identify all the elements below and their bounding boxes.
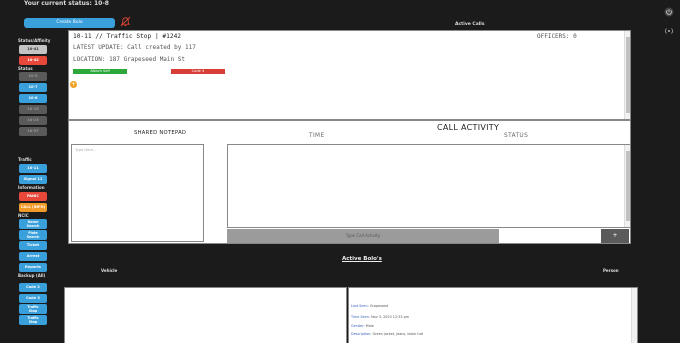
gender-label: Gender: xyxy=(351,324,365,328)
bolo-description: Description: Green jacket, jeans, black … xyxy=(351,332,423,336)
last-seen-value: Grapeseed xyxy=(369,304,389,308)
backup-traffic-stop-button[interactable]: Traffic Stop xyxy=(19,304,47,314)
shared-notepad-textarea[interactable]: Type Here... xyxy=(71,144,204,242)
backup-code-2-button[interactable]: Code 2 xyxy=(19,283,47,292)
bell-slash-icon[interactable] xyxy=(120,16,131,27)
status-10-6-button[interactable]: 10-6 xyxy=(19,94,47,103)
active-calls-title: Active Calls xyxy=(455,22,485,27)
status-10-41-button[interactable]: 10-41 xyxy=(19,45,47,54)
active-calls-scrollbar[interactable] xyxy=(624,31,630,119)
status-10-15-button[interactable]: 10-15 xyxy=(19,105,47,114)
officer-count: OFFICERS: 0 xyxy=(537,33,577,40)
shared-notepad-title: SHARED NOTEPAD xyxy=(134,130,187,136)
name-search-line2: Search xyxy=(26,224,40,228)
backup-code-3-button[interactable]: Code 3 xyxy=(19,294,47,303)
bolo-gender: Gender: Male xyxy=(351,324,374,328)
reports-button[interactable]: Reports xyxy=(19,263,47,272)
create-bolo-button[interactable]: Create Bolo xyxy=(24,18,115,28)
traffic-stop-2-line2: Stop xyxy=(28,320,38,324)
time-seen-value: Nov 3, 2023 12:33 pm xyxy=(371,315,410,319)
scrollbar-thumb[interactable] xyxy=(626,37,630,113)
gender-value: Male xyxy=(365,324,374,328)
current-status: Your current status: 10-8 xyxy=(24,0,109,7)
status-10-23-button[interactable]: 10-23 xyxy=(19,116,47,125)
call-activity-input[interactable]: Type Call Activity xyxy=(227,229,499,243)
traffic-10-11-button[interactable]: 10-11 xyxy=(19,164,47,173)
add-activity-button[interactable]: + xyxy=(601,229,629,243)
arrest-button[interactable]: Arrest xyxy=(19,252,47,261)
vehicle-bolo-list xyxy=(64,287,347,343)
status-10-42-button[interactable]: 10-42 xyxy=(19,56,47,65)
status-10-7-button[interactable]: 10-7 xyxy=(19,83,47,92)
power-icon[interactable] xyxy=(664,7,674,17)
call-header: 10-11 // Traffic Stop | #1242 xyxy=(73,33,182,40)
top-right-icons xyxy=(664,2,676,40)
status-column-header: STATUS xyxy=(504,133,529,139)
active-calls-panel: 10-11 // Traffic Stop | #1242 OFFICERS: … xyxy=(68,30,631,120)
person-column-header: Person xyxy=(603,268,619,273)
broadcast-icon[interactable] xyxy=(664,26,674,36)
time-column-header: TIME xyxy=(309,133,325,139)
person-bolo-list: Last Seen: Grapeseed Time Seen: Nov 3, 2… xyxy=(348,287,638,343)
backup-traffic-stop-2-button[interactable]: Traffic Stop xyxy=(19,315,47,325)
plus-circle-icon[interactable]: + xyxy=(70,81,77,88)
status-10-97-button[interactable]: 10-97 xyxy=(19,127,47,136)
activity-scrollbar[interactable] xyxy=(624,145,630,227)
traffic-signal-11-button[interactable]: Signal 11 xyxy=(19,175,47,184)
bolo-time-seen: Time Seen: Nov 3, 2023 12:33 pm xyxy=(351,315,409,319)
information-label: Information xyxy=(18,185,45,190)
last-seen-label: Last Seen: xyxy=(351,304,369,308)
traffic-label: Traffic xyxy=(18,157,32,162)
bolo-last-seen: Last Seen: Grapeseed xyxy=(351,304,388,308)
call-activity-log xyxy=(227,144,631,228)
notepad-activity-panel: SHARED NOTEPAD Type Here... CALL ACTIVIT… xyxy=(68,120,631,244)
notepad-placeholder: Type Here... xyxy=(75,148,97,152)
traffic-stop-line2: Stop xyxy=(28,309,38,313)
activity-scrollbar-thumb[interactable] xyxy=(626,151,630,221)
plate-search-button[interactable]: Plate Search xyxy=(19,230,47,240)
status-affinity-label: Status/Affinity xyxy=(18,38,51,43)
description-label: Description: xyxy=(351,332,372,336)
plate-search-line2: Search xyxy=(26,235,40,239)
status-10-5-button[interactable]: 10-5 xyxy=(19,72,47,81)
latest-update: LATEST UPDATE: Call created by 117 xyxy=(73,44,196,51)
status-label: Status xyxy=(18,66,33,71)
ncic-label: NCIC xyxy=(18,213,29,218)
description-value: Green jacket, jeans, black hat xyxy=(372,332,423,336)
active-bolos-title: Active Bolo's xyxy=(342,256,382,262)
time-seen-label: Time Seen: xyxy=(351,315,370,319)
backup-label: Backup (All) xyxy=(18,273,46,278)
name-search-button[interactable]: Name Search xyxy=(19,219,47,229)
call-info-button[interactable]: CALL (INFO) xyxy=(19,203,47,212)
call-activity-title: CALL ACTIVITY xyxy=(437,123,500,132)
code-4-button[interactable]: Code 4 xyxy=(171,69,225,74)
ticket-button[interactable]: Ticket xyxy=(19,241,47,250)
call-location: LOCATION: 187 Grapeseed Main St xyxy=(73,56,185,63)
vehicle-column-header: Vehicle xyxy=(101,268,118,273)
person-bolo-scrollbar[interactable] xyxy=(631,288,637,343)
panic-button[interactable]: PANIC xyxy=(19,192,47,201)
attach-self-button[interactable]: Attach Self xyxy=(73,69,127,74)
